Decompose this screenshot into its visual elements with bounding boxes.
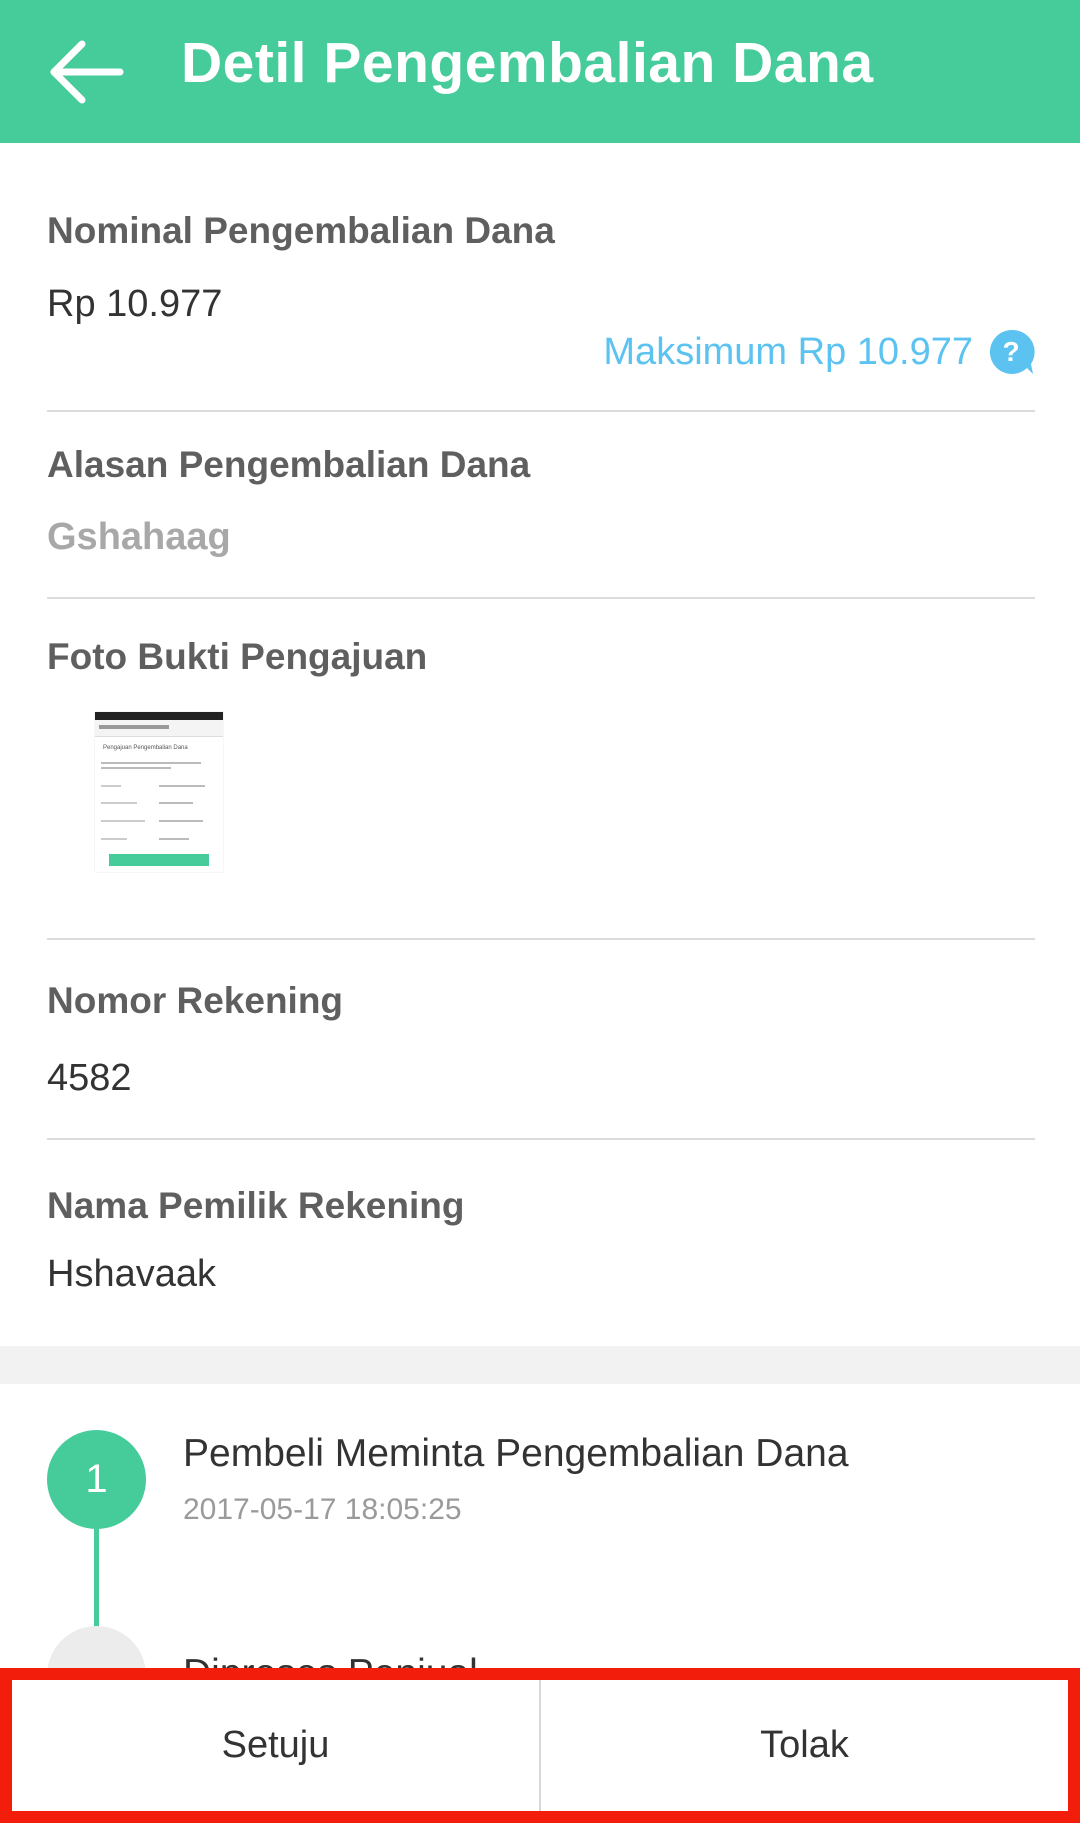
divider xyxy=(47,597,1035,599)
back-arrow-icon[interactable] xyxy=(44,28,132,116)
reason-value: Gshahaag xyxy=(47,516,231,558)
photo-label: Foto Bukti Pengajuan xyxy=(47,636,428,677)
max-amount-row: Maksimum Rp 10.977 ? xyxy=(603,328,1035,376)
action-bar: Setuju Tolak xyxy=(0,1668,1080,1823)
timeline-step-1-badge: 1 xyxy=(47,1430,146,1529)
proof-photo-thumbnail[interactable]: Pengajuan Pengembalian Dana xyxy=(95,712,223,872)
account-number-label: Nomor Rekening xyxy=(47,980,344,1021)
nominal-value: Rp 10.977 xyxy=(47,283,223,325)
section-separator xyxy=(0,1346,1080,1384)
timeline-step-1-title: Pembeli Meminta Pengembalian Dana xyxy=(183,1432,849,1475)
reject-button[interactable]: Tolak xyxy=(541,1680,1068,1811)
app-bar: Detil Pengembalian Dana xyxy=(0,0,1080,143)
nominal-label: Nominal Pengembalian Dana xyxy=(47,210,555,251)
account-number-value: 4582 xyxy=(47,1057,132,1099)
svg-text:?: ? xyxy=(1002,336,1019,367)
approve-button[interactable]: Setuju xyxy=(12,1680,541,1811)
max-amount-text: Maksimum Rp 10.977 xyxy=(603,330,973,373)
timeline-step-1-time: 2017-05-17 18:05:25 xyxy=(183,1493,462,1526)
page-title: Detil Pengembalian Dana xyxy=(181,31,874,95)
reason-label: Alasan Pengembalian Dana xyxy=(47,444,531,485)
timeline-connector xyxy=(94,1529,99,1639)
divider xyxy=(47,938,1035,940)
account-owner-label: Nama Pemilik Rekening xyxy=(47,1185,465,1226)
account-owner-value: Hshavaak xyxy=(47,1253,216,1295)
question-help-icon[interactable]: ? xyxy=(987,328,1035,376)
divider xyxy=(47,410,1035,412)
thumb-header-text: Pengajuan Pengembalian Dana xyxy=(103,745,188,751)
divider xyxy=(47,1138,1035,1140)
